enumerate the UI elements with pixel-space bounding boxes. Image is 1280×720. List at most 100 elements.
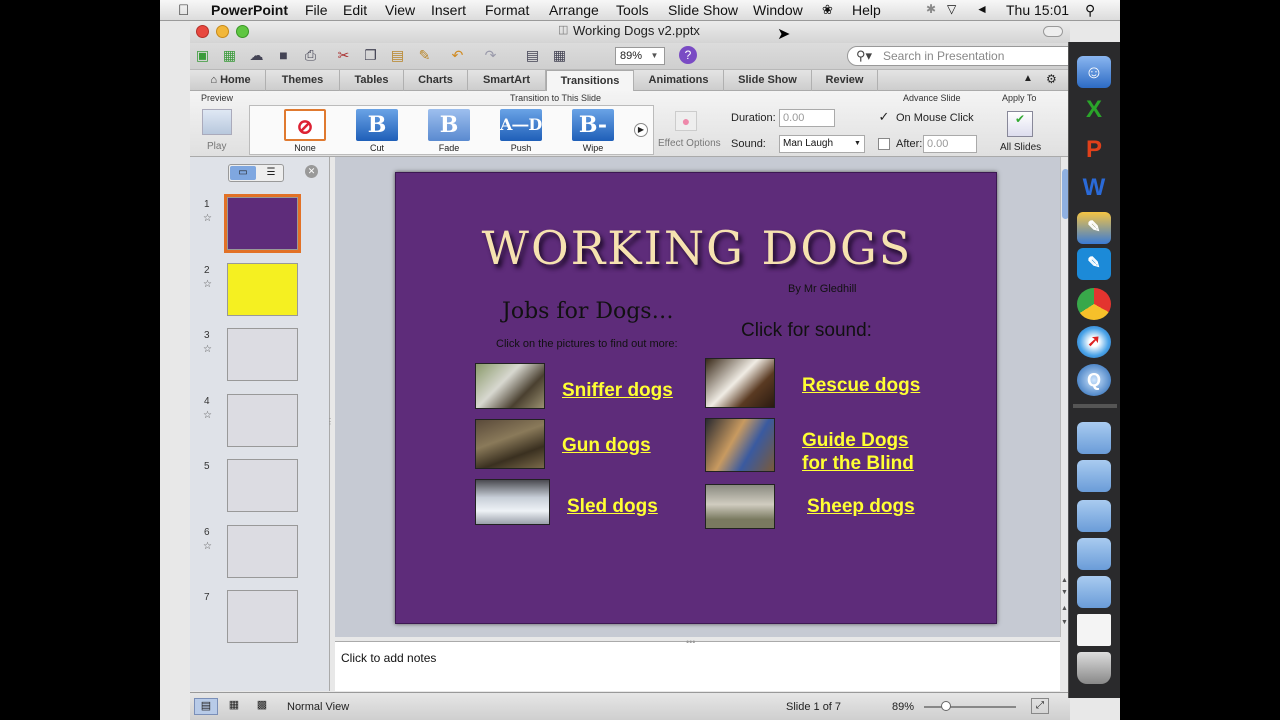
paste-icon[interactable]: ▤	[388, 46, 407, 65]
menu-arrange[interactable]: Arrange	[549, 2, 599, 18]
word-icon[interactable]: W	[1077, 172, 1111, 204]
collapse-ribbon-icon[interactable]: ▲	[1023, 73, 1033, 84]
menu-view[interactable]: View	[385, 2, 415, 18]
outline-view-icon[interactable]: ☰	[259, 166, 283, 180]
close-pane-icon[interactable]: ✕	[305, 165, 318, 178]
zoom-window-icon[interactable]	[236, 25, 249, 38]
zoom-slider[interactable]	[924, 706, 1016, 708]
zoom-slider-knob[interactable]	[941, 701, 951, 711]
tab-home[interactable]: ⌂ Home	[196, 70, 266, 91]
minimize-window-icon[interactable]	[216, 25, 229, 38]
link-guide-dogs[interactable]: Guide Dogs	[802, 429, 909, 452]
fit-to-window-icon[interactable]: ⤢	[1031, 698, 1049, 714]
menu-edit[interactable]: Edit	[343, 2, 367, 18]
slide-thumbnail[interactable]	[227, 459, 298, 512]
gallery-icon[interactable]: ▦	[550, 46, 569, 65]
notes-pane[interactable]: ••• Click to add notes	[335, 637, 1060, 691]
menubar-clock[interactable]: Thu 15:01	[1006, 2, 1069, 18]
gallery-next-icon[interactable]: ▶	[634, 123, 648, 137]
link-sheep-dogs[interactable]: Sheep dogs	[807, 495, 915, 518]
new-presentation-icon[interactable]: ▣	[193, 46, 212, 65]
powerpoint-icon[interactable]: P	[1077, 134, 1111, 166]
sled-dog-photo[interactable]	[475, 479, 550, 525]
transition-fade[interactable]: B Fade	[419, 109, 479, 155]
folder-icon[interactable]	[1077, 576, 1111, 608]
script-menu-icon[interactable]: ❀	[822, 2, 833, 18]
sound-dropdown-icon[interactable]: ▼	[854, 140, 861, 147]
trash-icon[interactable]	[1077, 652, 1111, 684]
tab-themes[interactable]: Themes	[266, 70, 340, 91]
effect-options-icon[interactable]: ●	[675, 111, 697, 131]
wifi-icon[interactable]: ▽	[947, 2, 956, 16]
slide-author[interactable]: By Mr Gledhill	[788, 283, 856, 295]
help-icon[interactable]: ?	[679, 46, 697, 64]
notes-placeholder[interactable]: Click to add notes	[341, 651, 436, 665]
scroll-up-icon[interactable]: ▲	[1061, 577, 1068, 584]
duration-input[interactable]: 0.00	[779, 109, 835, 127]
pane-resize-handle[interactable]: ⋮	[326, 417, 334, 437]
after-checkbox[interactable]	[878, 138, 890, 150]
previous-slide-icon[interactable]: ▲	[1061, 605, 1068, 612]
sheep-dog-photo[interactable]	[705, 484, 775, 529]
scroll-down-icon[interactable]: ▼	[1061, 589, 1068, 596]
menu-help[interactable]: Help	[852, 2, 881, 18]
volume-icon[interactable]: ◄	[976, 2, 988, 16]
ribbon-settings-icon[interactable]: ⚙	[1046, 72, 1057, 86]
link-sniffer-dogs[interactable]: Sniffer dogs	[562, 379, 673, 402]
close-window-icon[interactable]	[196, 25, 209, 38]
app-menu[interactable]: PowerPoint	[211, 2, 288, 18]
folder-icon[interactable]	[1077, 538, 1111, 570]
sniffer-dog-photo[interactable]	[475, 363, 545, 409]
slide-thumbnail[interactable]	[224, 194, 301, 253]
notes-app-icon[interactable]: ✎	[1077, 248, 1111, 280]
slide-thumbnail[interactable]	[227, 393, 298, 447]
tab-tables[interactable]: Tables	[340, 70, 404, 91]
slides-view-icon[interactable]: ▭	[230, 166, 256, 180]
tab-smartart[interactable]: SmartArt	[468, 70, 546, 91]
apple-menu-icon[interactable]: 	[178, 2, 189, 19]
apply-all-icon[interactable]: ✔	[1007, 111, 1033, 137]
tab-animations[interactable]: Animations	[634, 70, 724, 91]
transition-wipe[interactable]: B- Wipe	[563, 109, 623, 155]
folder-icon[interactable]	[1077, 460, 1111, 492]
menu-window[interactable]: Window	[753, 2, 803, 18]
menu-slide-show[interactable]: Slide Show	[668, 2, 738, 18]
tab-transitions[interactable]: Transitions	[546, 70, 634, 91]
cut-icon[interactable]: ✂	[334, 46, 353, 65]
bluetooth-icon[interactable]: ✱	[926, 2, 936, 16]
templates-icon[interactable]: ▦	[220, 46, 239, 65]
play-preview-icon[interactable]	[202, 109, 232, 135]
current-slide[interactable]: WORKING DOGS By Mr Gledhill Jobs for Dog…	[395, 172, 997, 624]
excel-icon[interactable]: X	[1077, 94, 1111, 126]
format-painter-icon[interactable]: ✎	[415, 46, 434, 65]
menu-insert[interactable]: Insert	[431, 2, 466, 18]
chrome-icon[interactable]	[1077, 288, 1111, 320]
slide-show-icon[interactable]: ▩	[250, 698, 274, 715]
folder-icon[interactable]	[1077, 500, 1111, 532]
transition-push[interactable]: A―D Push	[491, 109, 551, 155]
spotlight-search-icon[interactable]: ⚲	[1085, 2, 1095, 19]
jobs-heading[interactable]: Jobs for Dogs…	[502, 299, 674, 324]
undo-icon[interactable]: ↶	[448, 46, 467, 65]
jobs-subtext[interactable]: Click on the pictures to find out more:	[496, 338, 678, 350]
slide-thumbnail[interactable]	[227, 262, 298, 316]
link-for-the-blind[interactable]: for the Blind	[802, 452, 914, 475]
toolbar-toggle-button[interactable]	[1043, 26, 1063, 37]
tab-slide-show[interactable]: Slide Show	[724, 70, 812, 91]
menu-file[interactable]: File	[305, 2, 328, 18]
transition-cut[interactable]: B Cut	[347, 109, 407, 155]
slide-icon[interactable]: ▤	[523, 46, 542, 65]
slide-thumbnail[interactable]	[227, 328, 298, 381]
redo-icon[interactable]: ↷	[481, 46, 500, 65]
slide-title[interactable]: WORKING DOGS	[396, 221, 998, 275]
rescue-dog-photo[interactable]	[705, 358, 775, 408]
menu-format[interactable]: Format	[485, 2, 529, 18]
document-stack-icon[interactable]	[1077, 614, 1111, 646]
next-slide-icon[interactable]: ▼	[1061, 619, 1068, 626]
on-mouse-click-checkbox[interactable]: ✓	[878, 110, 890, 124]
open-icon[interactable]: ☁	[247, 46, 266, 65]
quicktime-icon[interactable]: Q	[1077, 364, 1111, 396]
normal-view-icon[interactable]: ▤	[194, 698, 218, 715]
tab-charts[interactable]: Charts	[404, 70, 468, 91]
copy-icon[interactable]: ❐	[361, 46, 380, 65]
